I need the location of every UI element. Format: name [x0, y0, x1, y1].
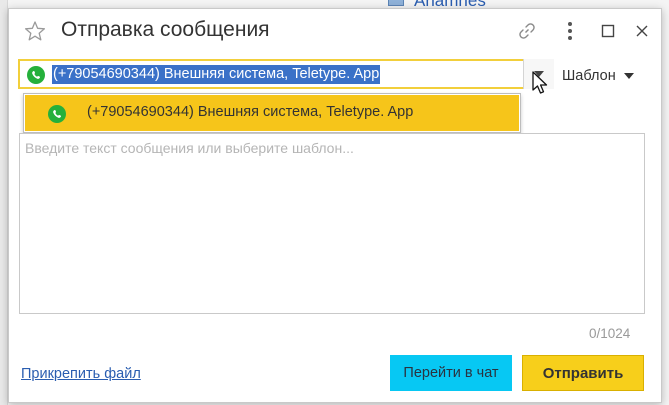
go-to-chat-label: Перейти в чат [403, 365, 499, 381]
more-options-icon[interactable] [559, 20, 581, 42]
char-counter: 0/1024 [589, 326, 631, 341]
whatsapp-icon [47, 104, 67, 124]
mouse-cursor-icon [532, 71, 550, 97]
star-icon[interactable] [24, 20, 46, 42]
dialog-title: Отправка сообщения [61, 18, 270, 41]
channel-select[interactable]: (+79054690344) Внешняя система, Teletype… [18, 59, 554, 89]
attach-file-link[interactable]: Прикрепить файл [21, 366, 141, 382]
close-icon[interactable] [631, 20, 653, 42]
channel-selected-value: (+79054690344) Внешняя система, Teletype… [52, 65, 381, 84]
send-message-dialog: Отправка сообщения (+79054690344) Внешня… [8, 8, 662, 403]
channel-option-label: (+79054690344) Внешняя система, Teletype… [87, 104, 414, 120]
send-label: Отправить [542, 364, 624, 382]
caret-down-icon [623, 73, 634, 79]
message-placeholder: Введите текст сообщения или выберите шаб… [25, 140, 354, 156]
template-label: Шаблон [562, 68, 616, 84]
background-sidebar [0, 0, 8, 405]
background-header: Anamnes [380, 0, 540, 10]
title-bar: Отправка сообщения [9, 9, 661, 53]
whatsapp-icon [26, 65, 46, 85]
channel-dropdown-list: (+79054690344) Внешняя система, Teletype… [23, 93, 521, 133]
document-icon [388, 0, 404, 6]
template-button[interactable]: Шаблон [562, 65, 634, 87]
maximize-icon[interactable] [597, 20, 619, 42]
message-textarea[interactable]: Введите текст сообщения или выберите шаб… [19, 133, 645, 314]
link-icon[interactable] [516, 20, 538, 42]
send-button[interactable]: Отправить [522, 355, 644, 391]
go-to-chat-button[interactable]: Перейти в чат [390, 355, 512, 391]
channel-option[interactable]: (+79054690344) Внешняя система, Teletype… [25, 95, 519, 131]
